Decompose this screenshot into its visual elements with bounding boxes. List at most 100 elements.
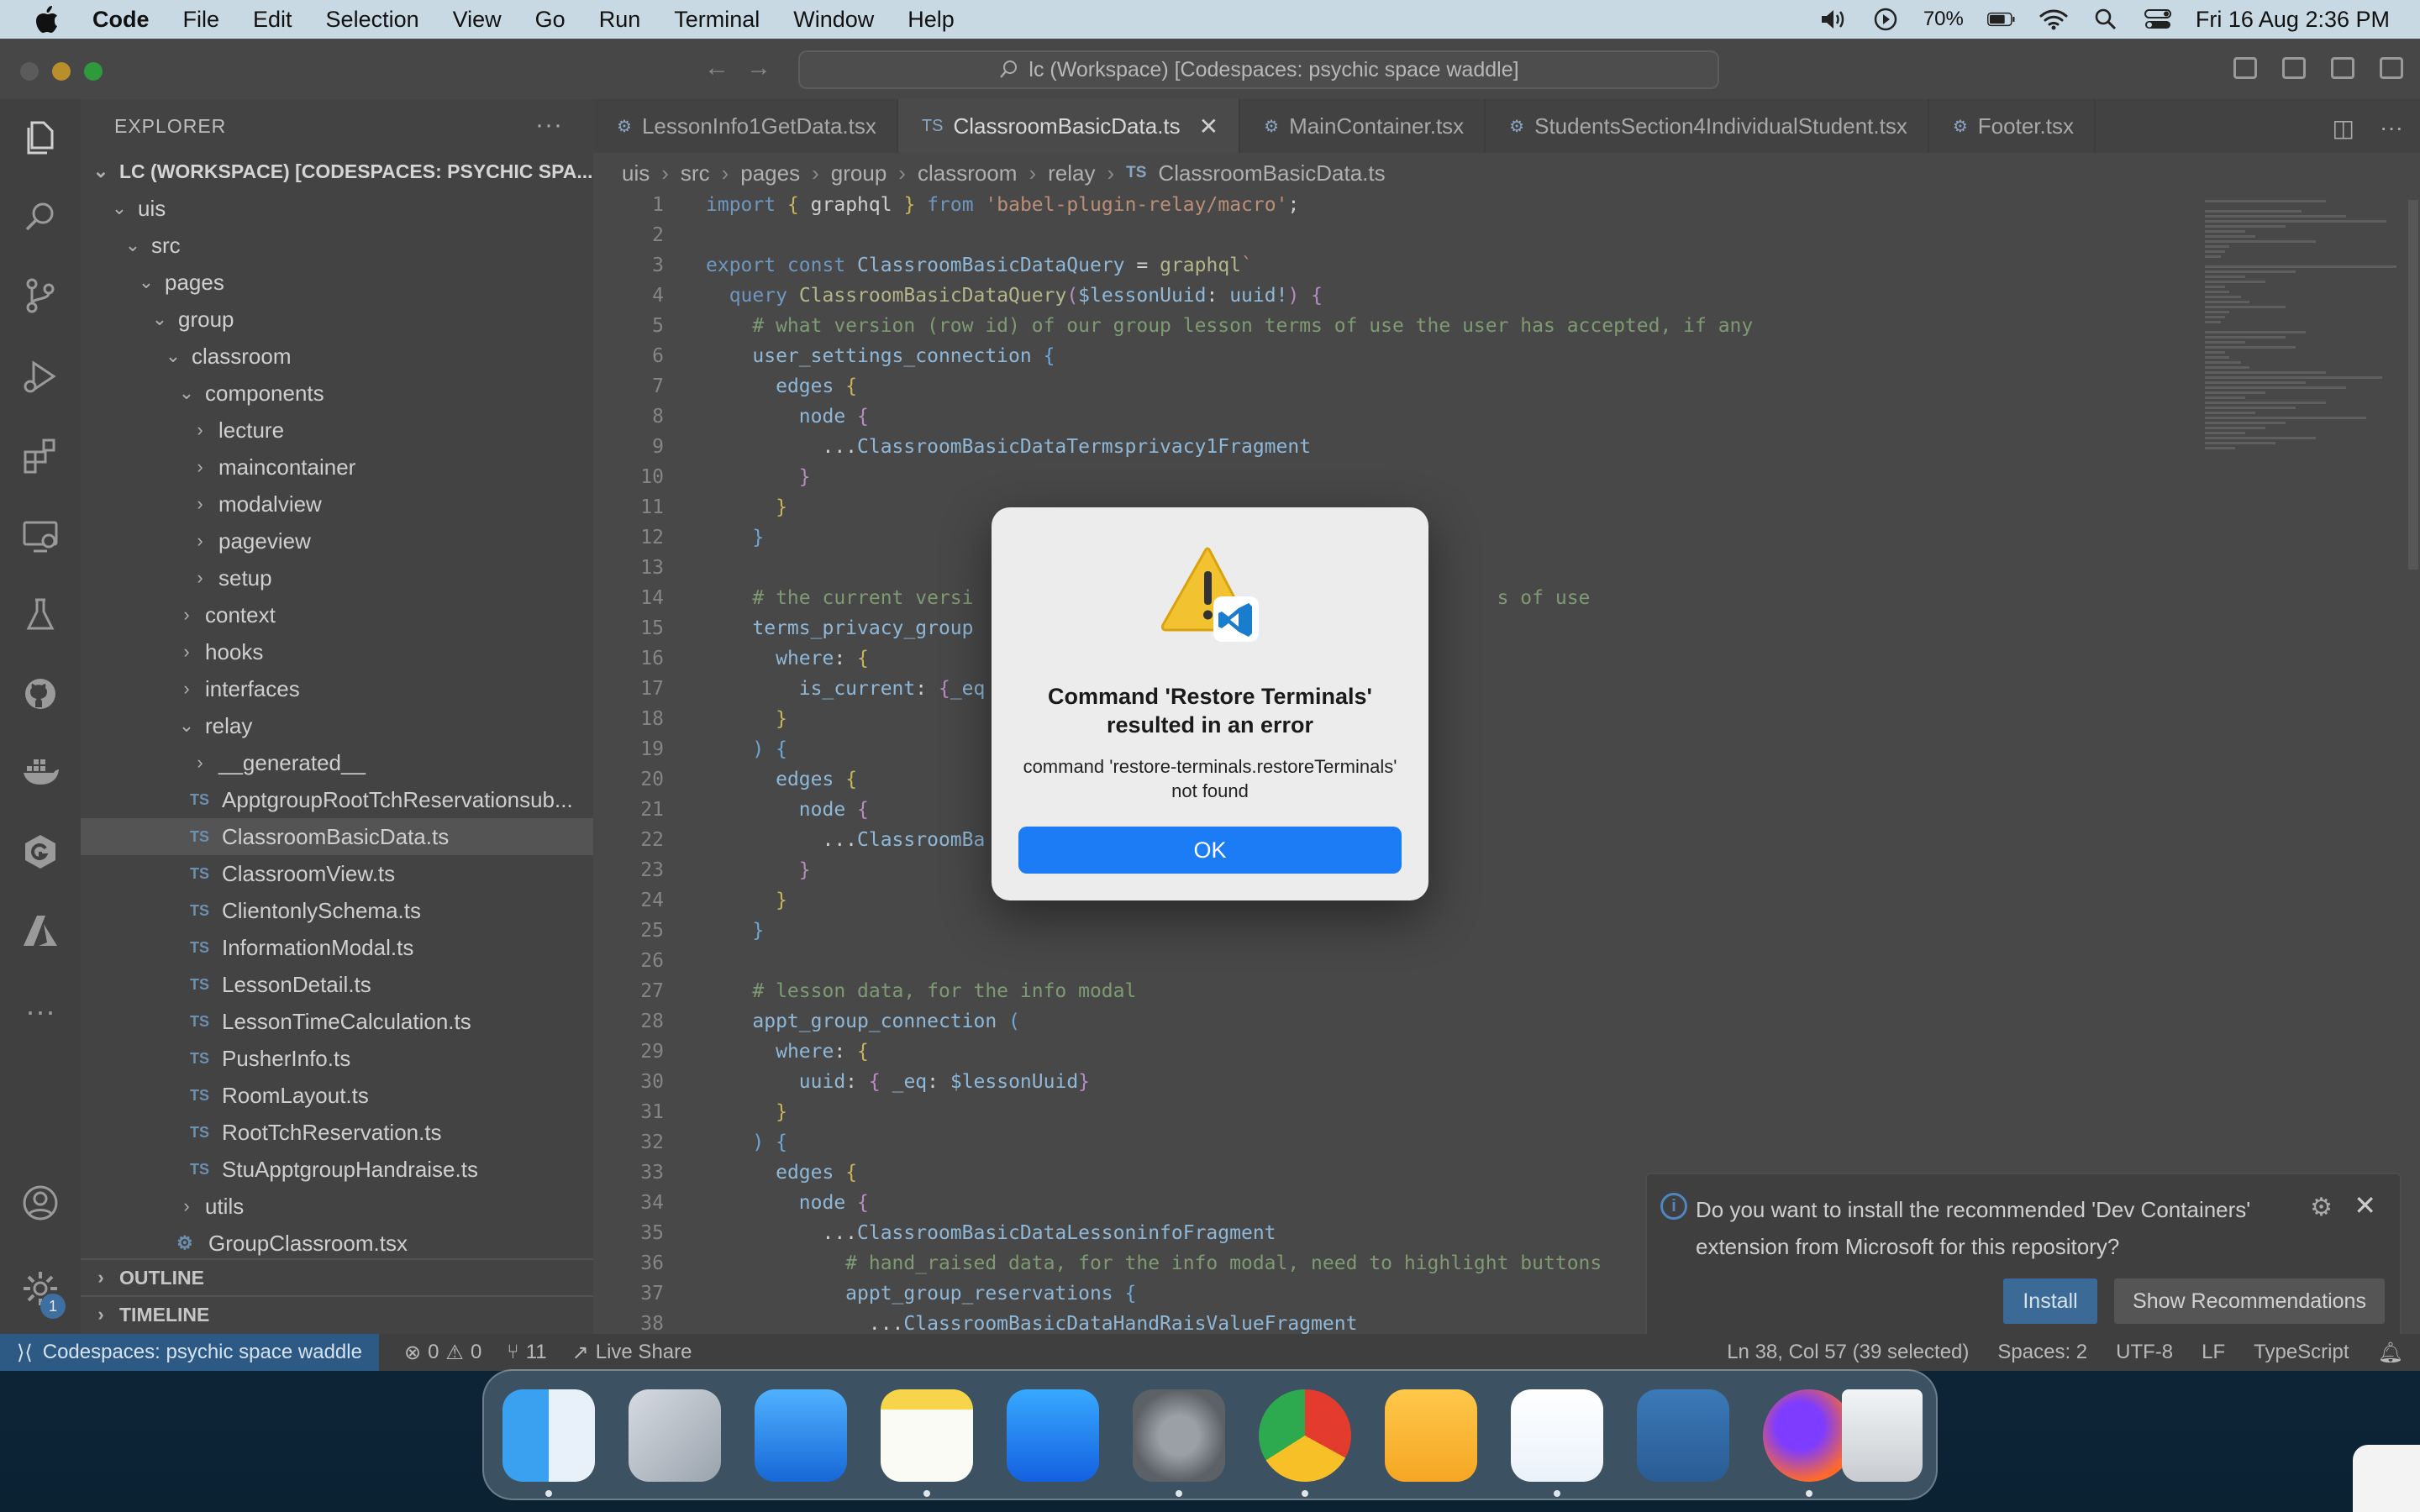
menu-window[interactable]: Window bbox=[793, 7, 874, 33]
encoding[interactable]: UTF-8 bbox=[2116, 1341, 2173, 1364]
menu-clock[interactable]: Fri 16 Aug 2:36 PM bbox=[2196, 7, 2390, 33]
editor-tab[interactable]: TS ClassroomBasicData.ts ✕ bbox=[897, 99, 1241, 153]
more-actions-icon[interactable]: ··· bbox=[2380, 114, 2403, 142]
source-control-icon[interactable] bbox=[20, 276, 60, 316]
wifi-icon[interactable] bbox=[2039, 7, 2068, 32]
tree-file[interactable]: TS ClientonlySchema.ts bbox=[81, 892, 593, 929]
command-center[interactable]: lc (Workspace) [Codespaces: psychic spac… bbox=[798, 50, 1719, 89]
menu-help[interactable]: Help bbox=[908, 7, 955, 33]
tree-folder[interactable]: › setup bbox=[81, 559, 593, 596]
explorer-icon[interactable] bbox=[20, 118, 60, 158]
tree-folder[interactable]: ⌄ relay bbox=[81, 707, 593, 744]
tree-folder[interactable]: ⌄ pages bbox=[81, 264, 593, 301]
minimap[interactable] bbox=[2205, 200, 2407, 670]
back-arrow-icon[interactable]: ← bbox=[704, 54, 729, 82]
tree-file[interactable]: TS LessonTimeCalculation.ts bbox=[81, 1003, 593, 1040]
tree-file[interactable]: TS LessonDetail.ts bbox=[81, 966, 593, 1003]
window-minimize-button[interactable] bbox=[52, 62, 71, 81]
ports-indicator[interactable]: ⑂ 11 bbox=[507, 1341, 546, 1364]
mail-icon[interactable] bbox=[755, 1389, 847, 1482]
tree-file[interactable]: TS InformationModal.ts bbox=[81, 929, 593, 966]
breadcrumb-item[interactable]: uis bbox=[622, 160, 650, 186]
workspace-root[interactable]: ⌄ LC (WORKSPACE) [CODESPACES: PSYCHIC SP… bbox=[81, 153, 593, 190]
editor-tab[interactable]: ⚙ StudentsSection4IndividualStudent.tsx bbox=[1486, 99, 1929, 153]
more-views-icon[interactable]: ··· bbox=[20, 991, 60, 1032]
notes-icon[interactable] bbox=[881, 1389, 973, 1482]
tree-folder[interactable]: › maincontainer bbox=[81, 449, 593, 486]
tableplus-icon[interactable] bbox=[1637, 1389, 1729, 1482]
tree-folder[interactable]: › hooks bbox=[81, 633, 593, 670]
outline-section[interactable]: › OUTLINE bbox=[81, 1258, 593, 1295]
live-share-button[interactable]: ↗ Live Share bbox=[572, 1341, 692, 1365]
breadcrumb-item[interactable]: ClassroomBasicData.ts bbox=[1158, 160, 1385, 186]
toggle-secondary-sidebar-icon[interactable] bbox=[2331, 57, 2354, 79]
breadcrumb-item[interactable]: group bbox=[831, 160, 887, 186]
timeline-section[interactable]: › TIMELINE bbox=[81, 1295, 593, 1332]
trash-icon[interactable] bbox=[1842, 1389, 1923, 1482]
accounts-icon[interactable] bbox=[20, 1183, 60, 1223]
window-close-button[interactable] bbox=[20, 62, 39, 81]
toast-close-icon[interactable]: ✕ bbox=[2354, 1189, 2376, 1221]
tree-file[interactable]: TS ClassroomView.ts bbox=[81, 855, 593, 892]
volume-icon[interactable] bbox=[1819, 7, 1848, 32]
menu-go[interactable]: Go bbox=[535, 7, 566, 33]
gitkraken-icon[interactable] bbox=[20, 832, 60, 872]
sublime-icon[interactable] bbox=[1385, 1389, 1477, 1482]
tree-file[interactable]: TS ApptgroupRootTchReservationsub... bbox=[81, 781, 593, 818]
azure-icon[interactable] bbox=[20, 911, 60, 951]
tree-file[interactable]: TS RoomLayout.ts bbox=[81, 1077, 593, 1114]
menu-view[interactable]: View bbox=[453, 7, 502, 33]
tree-folder[interactable]: ⌄ uis bbox=[81, 190, 593, 227]
menu-edit[interactable]: Edit bbox=[253, 7, 292, 33]
tree-folder[interactable]: › modalview bbox=[81, 486, 593, 522]
vscode-icon[interactable] bbox=[1511, 1389, 1603, 1482]
tree-folder[interactable]: › context bbox=[81, 596, 593, 633]
launchpad-icon[interactable] bbox=[629, 1389, 721, 1482]
editor-scrollbar[interactable] bbox=[2408, 200, 2418, 570]
run-and-debug-icon[interactable] bbox=[20, 356, 60, 396]
github-icon[interactable] bbox=[20, 674, 60, 714]
tree-file[interactable]: TS StuApptgroupHandraise.ts bbox=[81, 1151, 593, 1188]
extensions-icon[interactable] bbox=[20, 435, 60, 475]
tree-folder[interactable]: ⌄ group bbox=[81, 301, 593, 338]
chrome-icon[interactable] bbox=[1259, 1389, 1351, 1482]
tree-file[interactable]: TS PusherInfo.ts bbox=[81, 1040, 593, 1077]
language-mode[interactable]: TypeScript bbox=[2254, 1341, 2349, 1364]
notifications-bell-icon[interactable]: 🔔︎ bbox=[2378, 1341, 2403, 1365]
explorer-more-icon[interactable]: ··· bbox=[535, 111, 563, 139]
cursor-position[interactable]: Ln 38, Col 57 (39 selected) bbox=[1727, 1341, 1969, 1364]
apple-icon[interactable] bbox=[30, 3, 64, 36]
breadcrumb-item[interactable]: pages bbox=[740, 160, 800, 186]
tree-folder[interactable]: › lecture bbox=[81, 412, 593, 449]
forward-arrow-icon[interactable]: → bbox=[746, 54, 771, 82]
remote-indicator[interactable]: ⟩⟨ Codespaces: psychic space waddle bbox=[0, 1334, 379, 1371]
breadcrumb-item[interactable]: classroom bbox=[918, 160, 1017, 186]
finder-icon[interactable] bbox=[502, 1389, 595, 1482]
menu-run[interactable]: Run bbox=[599, 7, 641, 33]
tree-folder[interactable]: › pageview bbox=[81, 522, 593, 559]
editor-tab[interactable]: ⚙ MainContainer.tsx bbox=[1240, 99, 1486, 153]
customize-layout-icon[interactable] bbox=[2380, 57, 2403, 79]
battery-icon[interactable] bbox=[1986, 7, 2016, 32]
tree-folder[interactable]: ⌄ src bbox=[81, 227, 593, 264]
editor-tab[interactable]: ⚙ LessonInfo1GetData.tsx bbox=[593, 99, 898, 153]
app-store-icon[interactable] bbox=[1007, 1389, 1099, 1482]
toggle-panel-icon[interactable] bbox=[2282, 57, 2306, 79]
menu-terminal[interactable]: Terminal bbox=[674, 7, 760, 33]
remote-explorer-icon[interactable] bbox=[20, 516, 60, 556]
tree-file[interactable]: TS ClassroomBasicData.ts bbox=[81, 818, 593, 855]
window-zoom-button[interactable] bbox=[84, 62, 103, 81]
tree-folder[interactable]: › __generated__ bbox=[81, 744, 593, 781]
indentation[interactable]: Spaces: 2 bbox=[1997, 1341, 2087, 1364]
toast-settings-gear-icon[interactable]: ⚙ bbox=[2310, 1193, 2333, 1222]
tree-folder[interactable]: ⌄ classroom bbox=[81, 338, 593, 375]
testing-icon[interactable] bbox=[20, 595, 60, 635]
tree-folder[interactable]: › interfaces bbox=[81, 670, 593, 707]
line-ending[interactable]: LF bbox=[2202, 1341, 2225, 1364]
now-playing-icon[interactable] bbox=[1871, 7, 1900, 32]
editor-tab[interactable]: ⚙ Footer.tsx bbox=[1929, 99, 2096, 153]
tree-folder[interactable]: › utils bbox=[81, 1188, 593, 1225]
system-settings-icon[interactable] bbox=[1133, 1389, 1225, 1482]
menu-file[interactable]: File bbox=[183, 7, 220, 33]
docker-icon[interactable] bbox=[20, 753, 60, 793]
